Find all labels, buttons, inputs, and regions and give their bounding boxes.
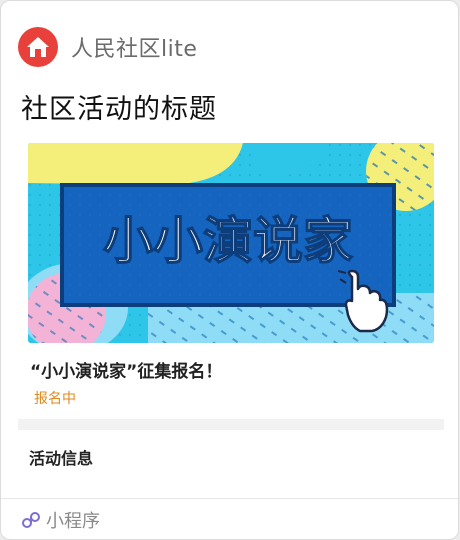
- app-logo: [18, 27, 58, 67]
- app-name: 人民社区lite: [71, 37, 198, 62]
- banner-headline: 小小演说家: [103, 212, 353, 270]
- event-banner[interactable]: 小小演说家: [28, 143, 434, 343]
- event-title: “小小演说家”征集报名！: [30, 362, 223, 382]
- app-header: 人民社区lite: [18, 27, 197, 67]
- footer-divider: [1, 498, 458, 499]
- home-icon: [27, 37, 49, 57]
- banner-illustration: 小小演说家: [28, 143, 434, 343]
- footer-label: 小程序: [46, 511, 100, 532]
- mini-program-footer: 小程序: [21, 507, 100, 533]
- section-divider: [18, 419, 444, 430]
- share-card[interactable]: 人民社区lite 社区活动的标题 小小演说家 “小小演说家”征集报名！ 报名中 …: [0, 0, 459, 540]
- status-badge: 报名中: [34, 391, 76, 407]
- section-title-activity-info: 活动信息: [29, 449, 94, 468]
- mini-program-icon: [22, 512, 40, 528]
- share-title: 社区活动的标题: [21, 94, 217, 125]
